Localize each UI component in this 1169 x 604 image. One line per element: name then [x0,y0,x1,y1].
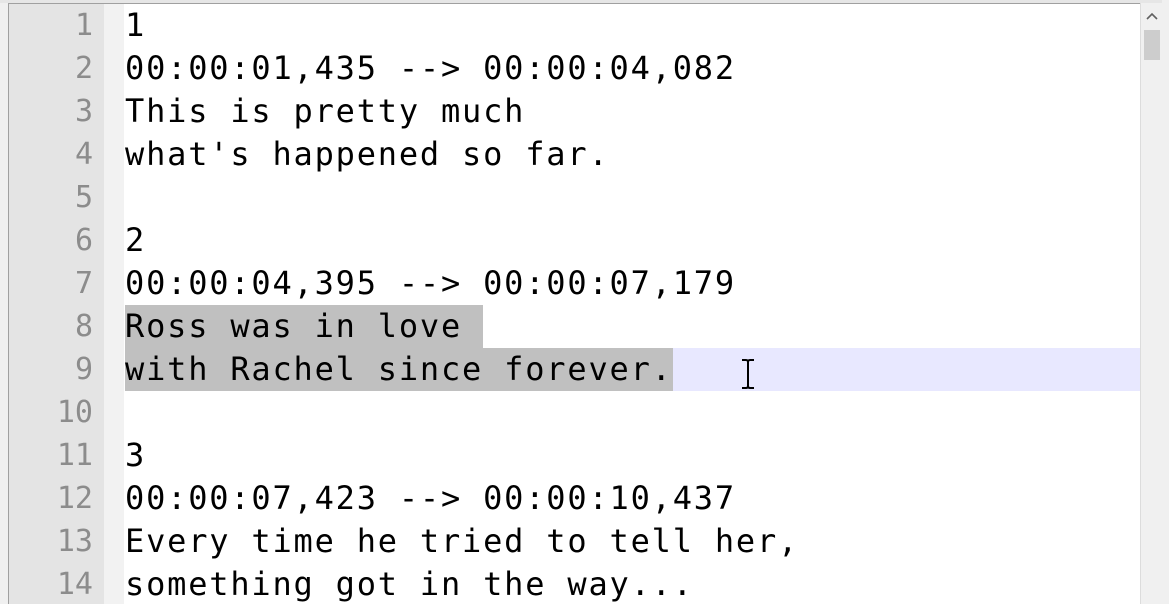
line-number: 10 [56,395,93,430]
line-text: what's happened so far. [125,135,610,173]
line-text: 00:00:07,423 --> 00:00:10,437 [125,479,736,517]
chevron-up-icon [1146,12,1158,20]
editor-line-selected[interactable]: 8 Ross was in love [9,305,1141,348]
selected-text: Ross was in love [125,305,484,348]
line-number: 1 [74,8,93,43]
editor-line[interactable]: 1 1 [9,4,1141,47]
editor-line[interactable]: 14 something got in the way... [9,563,1141,604]
scrollbar-thumb[interactable] [1144,30,1160,60]
text-editor[interactable]: 1 1 2 00:00:01,435 --> 00:00:04,082 3 Th… [8,3,1141,604]
line-text: 2 [125,221,147,259]
editor-line[interactable]: 12 00:00:07,423 --> 00:00:10,437 [9,477,1141,520]
line-text: 00:00:01,435 --> 00:00:04,082 [125,49,736,87]
line-text: 00:00:04,395 --> 00:00:07,179 [125,264,736,302]
line-number: 13 [56,524,93,559]
editor-line[interactable]: 4 what's happened so far. [9,133,1141,176]
editor-line[interactable]: 11 3 [9,434,1141,477]
vertical-scrollbar[interactable] [1140,3,1163,604]
notepad-window: 1 1 2 00:00:01,435 --> 00:00:04,082 3 Th… [0,0,1169,604]
line-number: 2 [74,51,93,86]
line-number: 9 [74,352,93,387]
window-right-edge [1162,0,1169,604]
line-text: Every time he tried to tell her, [125,522,800,560]
line-number: 8 [74,309,93,344]
line-number: 4 [74,137,93,172]
line-text: something got in the way... [125,565,694,603]
editor-line[interactable]: 3 This is pretty much [9,90,1141,133]
line-text: 1 [125,6,147,44]
editor-line[interactable]: 7 00:00:04,395 --> 00:00:07,179 [9,262,1141,305]
line-number: 11 [56,438,93,473]
line-number: 7 [74,266,93,301]
editor-line[interactable]: 5 [9,176,1141,219]
line-number: 3 [74,94,93,129]
line-number: 12 [56,481,93,516]
scroll-up-button[interactable] [1141,3,1163,29]
line-number: 6 [74,223,93,258]
line-text: This is pretty much [125,92,526,130]
editor-line-current[interactable]: 9 with Rachel since forever. [9,348,1141,391]
editor-line[interactable]: 13 Every time he tried to tell her, [9,520,1141,563]
editor-line[interactable]: 10 [9,391,1141,434]
line-number: 14 [56,567,93,602]
editor-line[interactable]: 2 00:00:01,435 --> 00:00:04,082 [9,47,1141,90]
editor-line[interactable]: 6 2 [9,219,1141,262]
line-text: 3 [125,436,147,474]
line-number: 5 [74,180,93,215]
selected-text: with Rachel since forever. [125,348,673,391]
